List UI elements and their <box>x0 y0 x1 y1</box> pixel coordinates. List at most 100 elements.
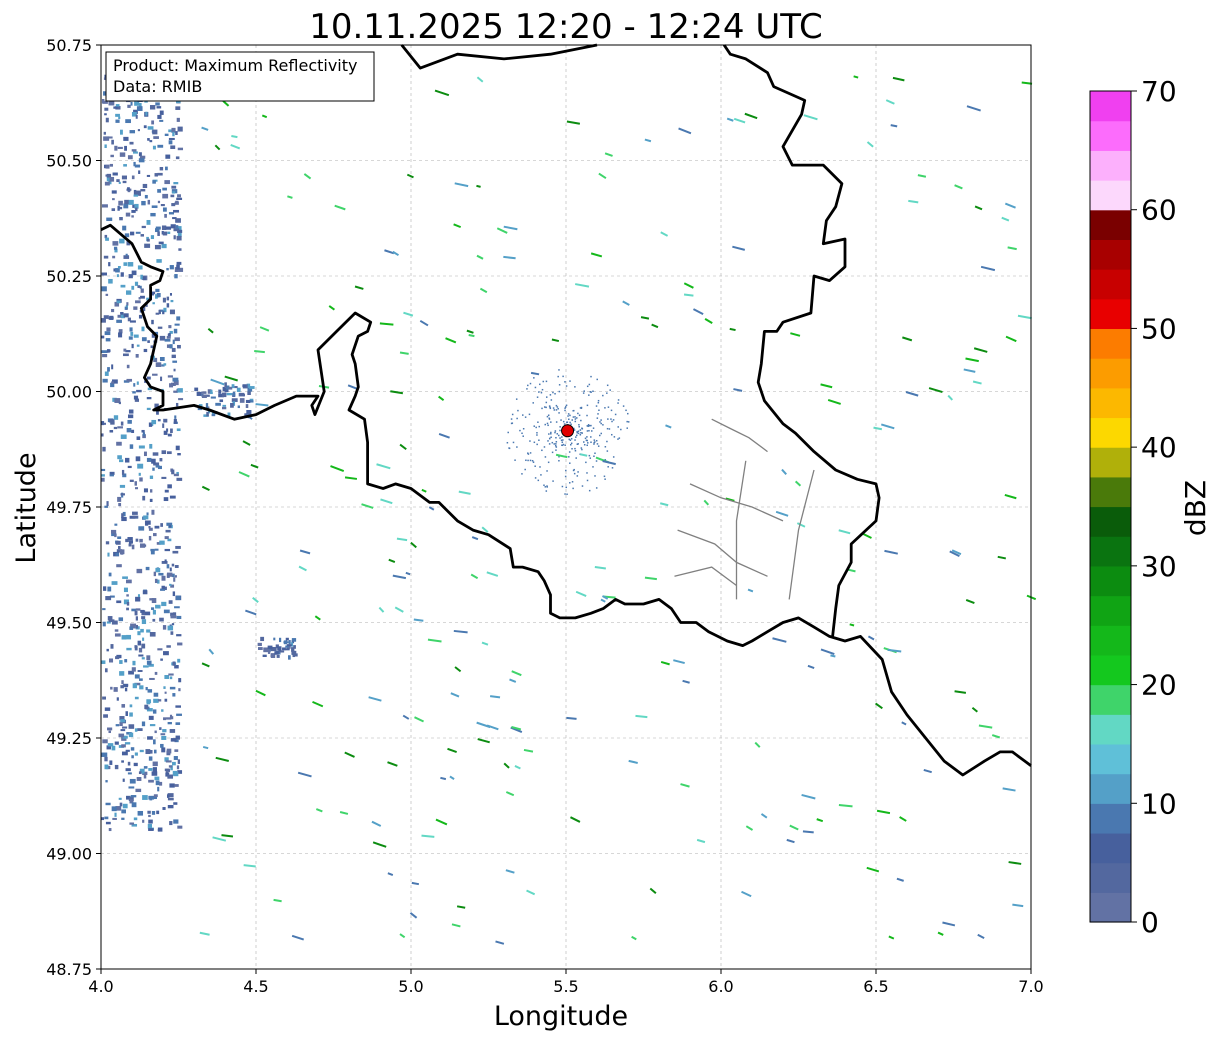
echo-cluster <box>278 637 282 643</box>
echo-clutter <box>587 424 590 426</box>
echo-band-west <box>146 629 151 633</box>
echo-band-west <box>126 364 130 369</box>
echo-band-west <box>146 512 149 516</box>
echo-band-west <box>103 131 106 135</box>
echo-band-west <box>158 572 164 576</box>
echo-clutter <box>567 413 570 415</box>
echo-clutter <box>569 380 571 382</box>
echo-band-west <box>110 529 117 534</box>
echo-band-west <box>178 398 184 401</box>
echo-band-west <box>177 388 183 393</box>
echo-band-west <box>132 515 139 519</box>
echo-band-west <box>167 797 174 801</box>
echo-clutter <box>578 414 581 417</box>
echo-band-west <box>164 675 170 679</box>
echo-band-west <box>132 683 137 689</box>
echo-band-west <box>115 104 120 107</box>
echo-clutter <box>539 466 541 468</box>
echo-band-west <box>123 348 127 352</box>
echo-cluster <box>292 652 296 658</box>
echo-band-west <box>140 274 143 280</box>
echo-band-west <box>152 302 155 305</box>
echo-band-west <box>103 136 110 141</box>
echo-band-west <box>147 199 151 205</box>
echo-band-west <box>175 225 179 230</box>
echo-band-west <box>128 724 135 729</box>
echo-clutter <box>529 440 531 442</box>
y-axis-label: Latitude <box>11 452 42 563</box>
echo-streak <box>890 124 898 128</box>
echo-band-west <box>115 268 120 273</box>
colorbar-tick-label: 50 <box>1141 312 1177 345</box>
echo-streak <box>729 327 736 332</box>
echo-band-west <box>177 194 181 198</box>
echo-band-west <box>124 145 127 151</box>
echo-band-west <box>176 235 182 241</box>
echo-band-west <box>172 661 176 666</box>
echo-band-west <box>171 469 175 475</box>
echo-band-west <box>177 825 183 829</box>
echo-band-west <box>114 633 121 637</box>
echo-band-west <box>148 828 154 831</box>
echo-band-west <box>161 243 167 249</box>
echo-band-west <box>164 536 169 540</box>
echo-clutter <box>565 469 567 472</box>
echo-clutter <box>525 459 527 462</box>
echo-band-west <box>155 604 161 609</box>
echo-cluster <box>242 393 245 397</box>
echo-band-west <box>118 116 121 120</box>
echo-band-west <box>177 147 184 151</box>
echo-band-west <box>161 735 167 740</box>
echo-clutter <box>594 475 596 477</box>
echo-band-west <box>142 819 145 823</box>
echo-band-west <box>129 778 136 784</box>
echo-clutter <box>545 396 548 398</box>
echo-band-west <box>152 373 158 376</box>
echo-band-west <box>131 608 137 612</box>
echo-clutter <box>550 433 552 435</box>
echo-band-west <box>134 101 140 106</box>
echo-clutter <box>529 459 532 462</box>
echo-band-west <box>104 668 108 673</box>
echo-band-west <box>129 444 134 449</box>
echo-band-west <box>168 765 173 768</box>
echo-band-west <box>124 306 127 310</box>
echo-cluster <box>267 649 271 654</box>
echo-band-west <box>105 117 109 123</box>
echo-band-west <box>138 152 142 157</box>
echo-clutter <box>577 471 579 473</box>
echo-clutter <box>603 475 606 478</box>
echo-clutter <box>553 409 556 411</box>
echo-band-west <box>169 309 175 315</box>
echo-band-west <box>120 434 127 439</box>
echo-band-west <box>116 564 122 568</box>
echo-clutter <box>612 456 615 458</box>
echo-band-west <box>173 209 180 213</box>
echo-clutter <box>538 439 540 441</box>
radar-map-figure: 10.11.2025 12:20 - 12:24 UTC Product: Ma… <box>0 0 1219 1040</box>
echo-band-west <box>101 477 105 482</box>
echo-clutter <box>548 443 551 445</box>
echo-clutter <box>533 377 535 379</box>
echo-band-west <box>128 409 134 414</box>
echo-clutter <box>608 428 611 430</box>
echo-band-west <box>167 804 174 809</box>
echo-band-west <box>126 601 130 606</box>
echo-band-west <box>148 715 154 720</box>
x-tick-label: 4.5 <box>243 977 268 996</box>
echo-band-west <box>165 166 168 171</box>
echo-band-west <box>143 451 147 457</box>
echo-band-west <box>147 750 153 754</box>
x-axis-ticks: 4.0 4.5 5.0 5.5 6.0 6.5 7.0 <box>88 969 1044 996</box>
echo-cluster <box>237 405 240 409</box>
echo-band-west <box>121 680 124 685</box>
echo-band-west <box>138 647 143 653</box>
echo-band-west <box>166 572 173 577</box>
echo-clutter <box>555 441 558 443</box>
echo-band-west <box>154 671 158 675</box>
echo-band-west <box>163 497 169 502</box>
echo-clutter <box>541 388 544 391</box>
echo-band-west <box>142 183 148 189</box>
echo-band-west <box>138 526 145 531</box>
echo-clutter <box>569 414 571 417</box>
